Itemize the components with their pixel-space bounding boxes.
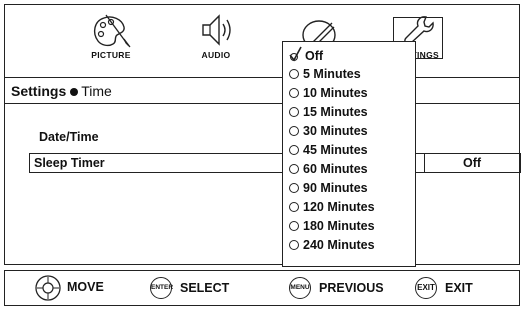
tab-picture[interactable]: PICTURE xyxy=(79,11,143,75)
breadcrumb: Settings Time xyxy=(11,83,112,99)
row-separator xyxy=(424,154,425,172)
breadcrumb-divider xyxy=(5,103,519,104)
date-time-row[interactable]: Date/Time xyxy=(39,130,99,144)
hint-exit-label: EXIT xyxy=(445,281,473,295)
option-60-minutes[interactable]: 60 Minutes xyxy=(289,161,368,177)
option-15-minutes[interactable]: 15 Minutes xyxy=(289,104,368,120)
menu-frame: PICTURE AUDIO TINGS Settings Time Date/T… xyxy=(4,4,521,265)
option-10-minutes[interactable]: 10 Minutes xyxy=(289,85,368,101)
radio-icon xyxy=(289,183,299,193)
speaker-icon xyxy=(202,14,231,46)
radio-icon xyxy=(289,107,299,117)
option-5-minutes[interactable]: 5 Minutes xyxy=(289,66,361,82)
option-240-minutes[interactable]: 240 Minutes xyxy=(289,237,375,253)
radio-icon xyxy=(289,202,299,212)
menu-tabs: PICTURE AUDIO TINGS xyxy=(5,5,519,77)
sleep-timer-dropdown[interactable]: Off 5 Minutes 10 Minutes 15 Minutes 30 M… xyxy=(282,41,416,267)
hint-select-label: SELECT xyxy=(180,281,230,295)
tabs-divider xyxy=(5,77,519,78)
option-120-minutes[interactable]: 120 Minutes xyxy=(289,199,375,215)
option-45-minutes[interactable]: 45 Minutes xyxy=(289,142,368,158)
exit-button-icon: EXIT xyxy=(415,277,437,299)
sleep-timer-row[interactable]: Sleep Timer Off xyxy=(29,153,521,173)
radio-icon xyxy=(289,126,299,136)
radio-icon xyxy=(289,88,299,98)
dpad-icon xyxy=(35,275,61,301)
palette-icon xyxy=(93,14,131,48)
option-off[interactable]: Off xyxy=(289,46,323,63)
option-30-minutes[interactable]: 30 Minutes xyxy=(289,123,368,139)
option-180-minutes[interactable]: 180 Minutes xyxy=(289,218,375,234)
sleep-timer-value: Off xyxy=(463,156,482,170)
option-90-minutes[interactable]: 90 Minutes xyxy=(289,180,368,196)
hint-previous-label: PREVIOUS xyxy=(319,281,384,295)
breadcrumb-item: Time xyxy=(81,83,112,99)
sleep-timer-label: Sleep Timer xyxy=(34,156,105,170)
radio-icon xyxy=(289,164,299,174)
enter-button-icon: ENTER xyxy=(150,277,173,299)
checkmark-icon xyxy=(289,46,302,62)
hint-move-label: MOVE xyxy=(67,280,104,294)
radio-icon xyxy=(289,145,299,155)
tab-label: AUDIO xyxy=(201,50,231,60)
menu-button-icon: MENU xyxy=(289,277,311,299)
radio-icon xyxy=(289,240,299,250)
tab-audio[interactable]: AUDIO xyxy=(184,11,248,75)
tab-label: PICTURE xyxy=(91,50,131,60)
radio-icon xyxy=(289,69,299,79)
breadcrumb-section: Settings xyxy=(11,83,67,99)
button-hints-bar: MOVE ENTER SELECT MENU PREVIOUS EXIT EXI… xyxy=(4,270,520,306)
bullet-icon xyxy=(70,87,79,96)
radio-icon xyxy=(289,221,299,231)
